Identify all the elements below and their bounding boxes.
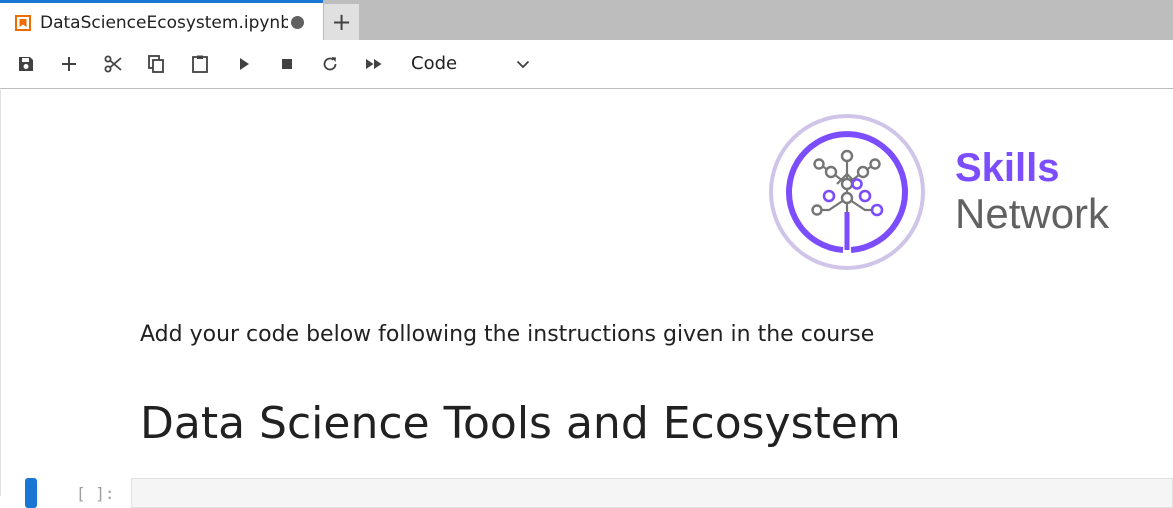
- notebook-heading: Data Science Tools and Ecosystem: [140, 398, 901, 449]
- chevron-down-icon: [516, 60, 530, 69]
- active-cell-marker[interactable]: [25, 478, 37, 508]
- insert-cell-button[interactable]: [58, 53, 80, 75]
- copy-button[interactable]: [145, 53, 167, 75]
- run-icon: [240, 58, 249, 70]
- save-icon: [19, 57, 33, 71]
- notebook-tab[interactable]: DataScienceEcosystem.ipynb: [0, 0, 323, 41]
- code-cell-input[interactable]: [131, 478, 1173, 508]
- tab-title: DataScienceEcosystem.ipynb: [40, 13, 288, 33]
- copy-icon: [148, 55, 164, 73]
- cell-prompt: [ ]:: [76, 484, 115, 503]
- run-button[interactable]: [233, 53, 255, 75]
- paste-button[interactable]: [189, 53, 211, 75]
- notebook-icon: [15, 15, 31, 31]
- cell-type-dropdown[interactable]: Code: [404, 49, 540, 79]
- restart-icon: [323, 57, 337, 71]
- run-all-button[interactable]: [363, 53, 385, 75]
- restart-button[interactable]: [319, 53, 341, 75]
- new-tab-button[interactable]: +: [324, 4, 359, 40]
- markdown-instruction: Add your code below following the instru…: [140, 322, 875, 347]
- skills-network-logo-icon: [769, 114, 925, 270]
- stop-icon: [282, 59, 292, 69]
- brand-skills-text: Skills: [955, 146, 1060, 190]
- interrupt-button[interactable]: [276, 53, 298, 75]
- tab-bar: DataScienceEcosystem.ipynb +: [0, 0, 1173, 41]
- paste-icon: [192, 55, 208, 73]
- scissors-icon: [104, 55, 122, 73]
- cut-button[interactable]: [102, 53, 124, 75]
- save-button[interactable]: [15, 53, 37, 75]
- fast-forward-icon: [366, 59, 382, 69]
- unsaved-indicator-icon[interactable]: [291, 16, 304, 29]
- plus-icon: [62, 57, 76, 71]
- brand-network-text: Network: [955, 190, 1110, 237]
- notebook-toolbar: Code: [0, 40, 1173, 89]
- cell-type-value: Code: [411, 53, 458, 74]
